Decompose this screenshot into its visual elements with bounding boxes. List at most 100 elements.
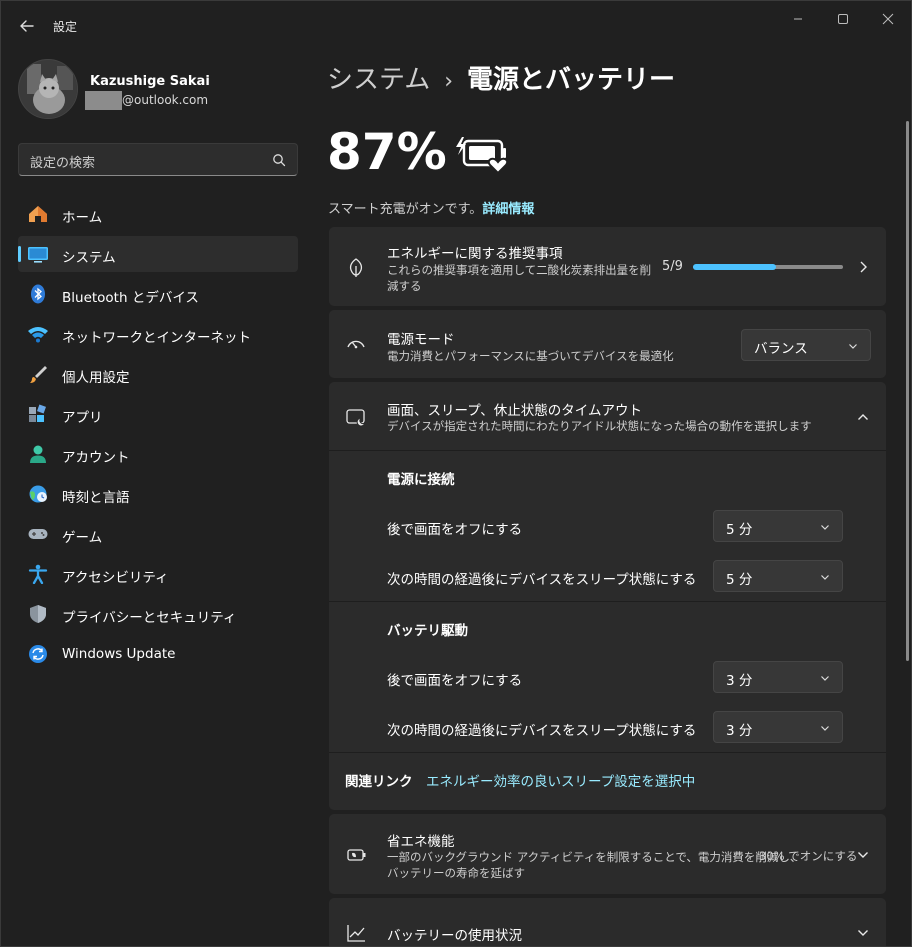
sidebar-item-label: 個人用設定 [62, 370, 130, 386]
screen-sleep-card: 画面、スリープ、休止状態のタイムアウト デバイスが指定された時間にわたりアイドル… [329, 382, 886, 810]
leaf-icon [349, 258, 363, 277]
back-button[interactable] [15, 14, 39, 38]
chevron-down-icon [821, 525, 829, 530]
power-mode-value: バランス [754, 341, 808, 357]
close-icon [882, 13, 894, 25]
gamepad-icon [28, 529, 48, 539]
sidebar-item-network[interactable]: ネットワークとインターネット [18, 316, 298, 352]
screen-sleep-header[interactable]: 画面、スリープ、休止状態のタイムアウト デバイスが指定された時間にわたりアイドル… [329, 382, 886, 450]
divider [329, 450, 886, 451]
user-name: Kazushige Sakai [90, 74, 210, 89]
plugged-sleep-dropdown[interactable]: 5 分 [713, 560, 843, 592]
related-links-label: 関連リンク [345, 774, 413, 790]
screen-timeout-icon [346, 409, 366, 427]
screen-sleep-desc: デバイスが指定された時間にわたりアイドル状態になった場合の動作を選択します [387, 419, 812, 433]
plugged-sleep-label: 次の時間の経過後にデバイスをスリープ状態にする [387, 572, 697, 588]
power-mode-desc: 電力消費とパフォーマンスに基づいてデバイスを最適化 [387, 349, 674, 363]
battery-screen-off-dropdown[interactable]: 3 分 [713, 661, 843, 693]
page-title: 電源とバッテリー [467, 65, 676, 95]
battery-sleep-dropdown[interactable]: 3 分 [713, 711, 843, 743]
sidebar-item-label: システム [62, 250, 116, 266]
cat-photo-icon [19, 60, 77, 118]
battery-usage-card[interactable]: バッテリーの使用状況 [329, 898, 886, 946]
efficient-sleep-link[interactable]: エネルギー効率の良いスリープ設定を選択中 [426, 770, 695, 790]
smart-charge-details-link[interactable]: 詳細情報 [482, 202, 534, 217]
energy-title: エネルギーに関する推奨事項 [387, 246, 563, 262]
sidebar-item-label: アカウント [62, 450, 130, 466]
sidebar-item-personalization[interactable]: 個人用設定 [18, 356, 298, 392]
close-button[interactable] [866, 7, 910, 31]
chevron-down-icon [849, 344, 857, 349]
screen-sleep-title: 画面、スリープ、休止状態のタイムアウト [387, 403, 643, 419]
title-bar: 設定 [1, 1, 911, 51]
sidebar-item-label: ゲーム [62, 530, 103, 546]
update-icon [29, 645, 47, 663]
sidebar-item-label: ホーム [62, 210, 103, 226]
back-arrow-icon [20, 20, 34, 32]
energy-saver-icon [347, 849, 366, 861]
sidebar-item-label: Bluetooth とデバイス [62, 290, 199, 306]
sidebar-item-system[interactable]: システム [18, 236, 298, 272]
chevron-up-icon [858, 414, 868, 420]
sidebar-item-label: 時刻と言語 [62, 490, 130, 506]
wifi-icon [28, 327, 48, 343]
home-icon [29, 206, 47, 222]
battery-sleep-value: 3 分 [726, 723, 753, 739]
energy-progress-count: 5/9 [662, 259, 683, 274]
battery-screen-off-label: 後で画面をオフにする [387, 673, 523, 689]
search-placeholder: 設定の検索 [30, 156, 96, 171]
accessibility-icon [28, 564, 48, 584]
maximize-button[interactable] [821, 7, 865, 31]
sidebar-item-home[interactable]: ホーム [18, 196, 298, 232]
sidebar-item-label: アプリ [62, 410, 103, 426]
apps-icon [29, 404, 46, 422]
search-icon [273, 154, 286, 167]
sidebar-item-bluetooth[interactable]: Bluetooth とデバイス [18, 276, 298, 312]
on-battery-heading: バッテリ駆動 [387, 623, 468, 639]
sidebar-nav: ホーム システム Bluetooth とデバイス ネットワークとインターネット … [18, 196, 298, 676]
search-input[interactable]: 設定の検索 [18, 143, 298, 176]
sidebar-item-windows-update[interactable]: Windows Update [18, 636, 298, 672]
breadcrumb-separator: › [444, 69, 454, 94]
chevron-down-icon [858, 852, 868, 858]
chevron-down-icon [821, 726, 829, 731]
breadcrumb-parent[interactable]: システム [327, 65, 430, 95]
divider [329, 752, 886, 753]
energy-progress-fill [693, 264, 777, 270]
divider [329, 601, 886, 602]
smart-charge-status: スマート充電がオンです。詳細情報 [328, 198, 534, 217]
sidebar-item-privacy[interactable]: プライバシーとセキュリティ [18, 596, 298, 632]
sidebar-item-label: アクセシビリティ [62, 570, 169, 586]
energy-recommendations-card[interactable]: エネルギーに関する推奨事項 これらの推奨事項を適用して二酸化炭素排出量を削減する… [329, 227, 886, 306]
plugged-screen-off-dropdown[interactable]: 5 分 [713, 510, 843, 542]
minimize-icon [794, 18, 802, 20]
energy-saver-desc-line2: バッテリーの寿命を延ばす [387, 866, 525, 880]
power-mode-card: 電源モード 電力消費とパフォーマンスに基づいてデバイスを最適化 バランス [329, 310, 886, 378]
power-mode-dropdown[interactable]: バランス [741, 329, 871, 361]
settings-window: 設定 Kazushige Sakai @outlook.com 設定の検索 ホー… [0, 0, 912, 947]
chevron-down-icon [821, 676, 829, 681]
minimize-button[interactable] [776, 7, 820, 31]
energy-saver-title: 省エネ機能 [387, 834, 455, 850]
chevron-right-icon [860, 261, 867, 273]
smart-charge-text: スマート充電がオンです。 [328, 202, 483, 217]
energy-saver-card[interactable]: 省エネ機能 一部のバックグラウンド アクティビティを制限することで、電力消費を削… [329, 814, 886, 894]
sidebar-item-accounts[interactable]: アカウント [18, 436, 298, 472]
plugged-screen-off-label: 後で画面をオフにする [387, 522, 523, 538]
battery-sleep-label: 次の時間の経過後にデバイスをスリープ状態にする [387, 723, 697, 739]
plugged-screen-off-value: 5 分 [726, 522, 753, 538]
email-redaction [85, 91, 122, 110]
sidebar-item-gaming[interactable]: ゲーム [18, 516, 298, 552]
maximize-icon [838, 14, 848, 24]
sidebar-item-accessibility[interactable]: アクセシビリティ [18, 556, 298, 592]
sidebar-item-apps[interactable]: アプリ [18, 396, 298, 432]
user-email: @outlook.com [122, 93, 209, 107]
sidebar-item-time-language[interactable]: 時刻と言語 [18, 476, 298, 512]
energy-desc: これらの推奨事項を適用して二酸化炭素排出量を削減する [387, 263, 652, 293]
scrollbar[interactable] [906, 121, 909, 661]
battery-usage-title: バッテリーの使用状況 [387, 928, 522, 944]
account-icon [30, 445, 46, 463]
shield-icon [30, 605, 46, 623]
bluetooth-icon [31, 284, 45, 304]
energy-saver-status: 30% でオンにする [759, 849, 858, 863]
